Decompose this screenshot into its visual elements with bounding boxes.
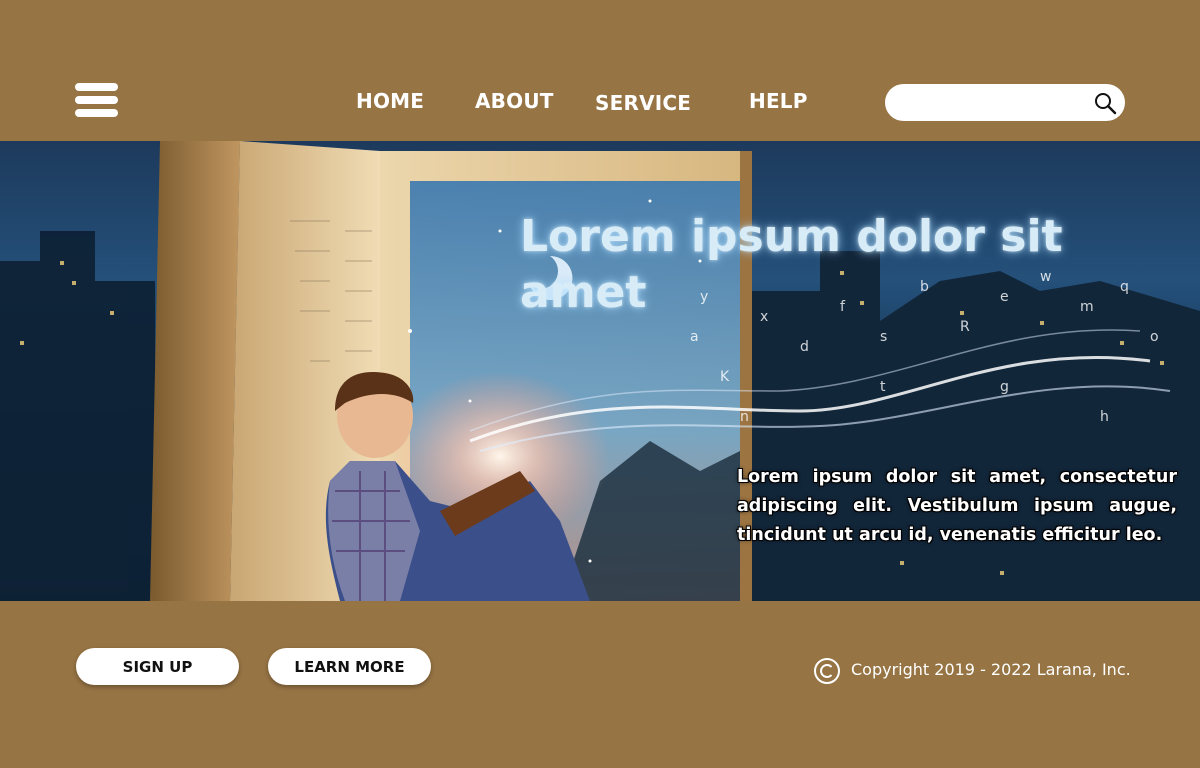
nav-about[interactable]: ABOUT (475, 89, 554, 113)
copyright-text: Copyright 2019 - 2022 Larana, Inc. (851, 660, 1131, 679)
city-skyline-left (0, 231, 155, 601)
copyright-icon (814, 658, 840, 684)
search-input[interactable] (899, 90, 1089, 115)
svg-text:o: o (1150, 329, 1159, 345)
hero-banner: aKx dfs bRe wmq oyn tgh Lorem ipsum dolo… (0, 141, 1200, 601)
svg-text:h: h (1100, 409, 1109, 425)
book-cover-left (150, 141, 240, 601)
menu-bar (75, 96, 118, 104)
hamburger-menu-icon[interactable] (75, 83, 118, 117)
sign-up-button[interactable]: SIGN UP (76, 648, 239, 685)
hero-title: Lorem ipsum dolor sit amet (520, 211, 1063, 318)
svg-text:g: g (1000, 379, 1009, 395)
nav-help[interactable]: HELP (749, 89, 808, 113)
search-bar (885, 84, 1125, 121)
svg-text:s: s (880, 329, 887, 345)
svg-text:q: q (1120, 279, 1129, 295)
learn-more-button[interactable]: LEARN MORE (268, 648, 431, 685)
menu-bar (75, 109, 118, 117)
svg-text:d: d (800, 339, 809, 355)
svg-text:R: R (960, 319, 970, 335)
svg-text:K: K (720, 369, 730, 385)
svg-text:a: a (690, 329, 699, 345)
menu-bar (75, 83, 118, 91)
svg-text:n: n (740, 409, 749, 425)
nav-service[interactable]: SERVICE (595, 91, 691, 115)
nav-home[interactable]: HOME (356, 89, 424, 113)
search-icon[interactable] (1093, 91, 1117, 115)
hero-description: Lorem ipsum dolor sit amet, consectetur … (737, 467, 1177, 545)
svg-text:t: t (880, 379, 886, 395)
